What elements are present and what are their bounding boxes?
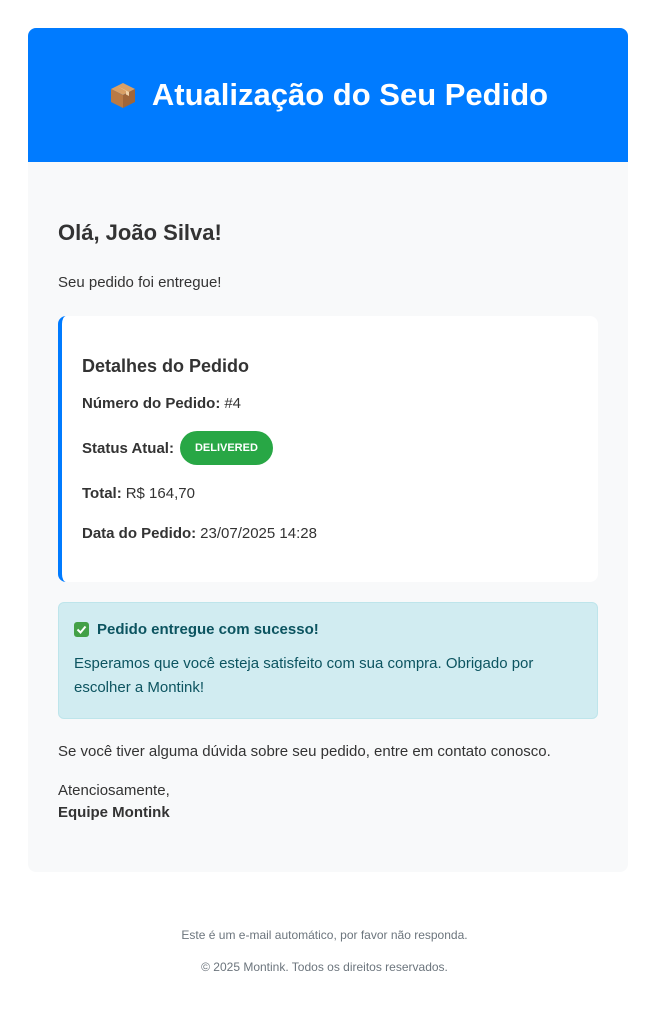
auto-notice: Este é um e-mail automático, por favor n… [181,928,468,942]
order-status-label: Status Atual: [82,439,174,457]
order-details-title: Detalhes do Pedido [82,356,250,377]
package-icon [108,80,138,110]
order-date-label: Data do Pedido: [82,525,197,543]
contact-note: Se você tiver alguma dúvida sobre seu pe… [58,743,551,761]
alert-title-text: Pedido entregue com sucesso! [97,621,319,639]
copyright: © 2025 Montink. Todos os direitos reserv… [201,960,448,974]
status-badge: DELIVERED [179,431,273,466]
order-total-label: Total: [82,485,122,503]
signoff: Atenciosamente, Equipe Montink [58,780,598,824]
order-number-value: #4 [224,395,242,413]
alert-title: Pedido entregue com sucesso! [74,621,582,638]
header-title-text: Atualização do Seu Pedido [151,77,549,112]
signoff-team: Equipe Montink [58,804,170,822]
order-status-row: Status Atual: DELIVERED [82,431,578,466]
order-details-card: Detalhes do Pedido Número do Pedido: #4 … [58,316,598,583]
header-title: Atualização do Seu Pedido [108,77,548,113]
order-date-value: 23/07/2025 14:28 [200,525,317,543]
order-number-label: Número do Pedido: [82,395,221,413]
email-footer: Este é um e-mail automático, por favor n… [0,928,649,992]
success-alert: Pedido entregue com sucesso! Esperamos q… [58,602,598,720]
greeting: Olá, João Silva! [58,220,222,245]
order-total-value: R$ 164,70 [125,485,195,503]
signoff-closing: Atenciosamente, [58,782,170,800]
email-header: Atualização do Seu Pedido [28,28,628,162]
order-number-row: Número do Pedido: #4 [82,395,578,412]
check-icon [74,622,89,638]
order-total-row: Total: R$ 164,70 [82,485,578,502]
alert-body: Esperamos que você esteja satisfeito com… [74,655,534,697]
email-content: Olá, João Silva! Seu pedido foi entregue… [28,162,628,873]
email-container: Atualização do Seu Pedido Olá, João Silv… [28,28,628,873]
order-date-row: Data do Pedido: 23/07/2025 14:28 [82,525,578,542]
intro-text: Seu pedido foi entregue! [58,274,222,292]
